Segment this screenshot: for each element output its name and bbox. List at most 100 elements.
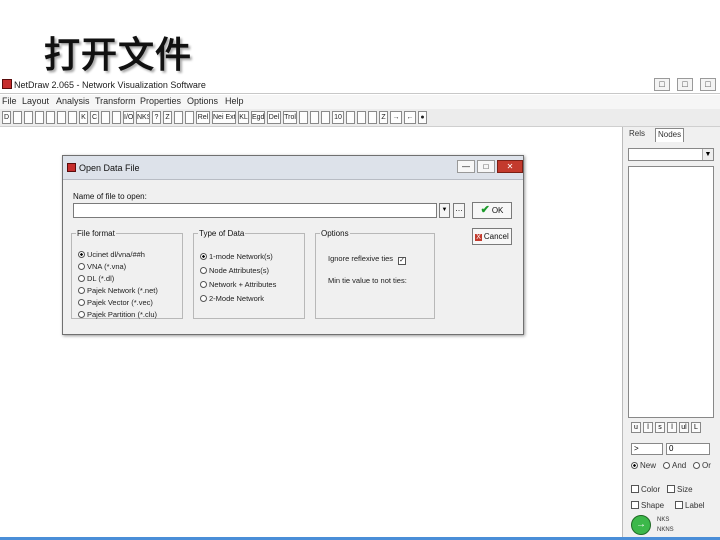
cancel-button[interactable]: X Cancel: [472, 228, 512, 245]
toolbar-button[interactable]: [346, 111, 355, 124]
toolbar-button[interactable]: [13, 111, 22, 124]
toolbar-button[interactable]: Z: [163, 111, 172, 124]
check-size[interactable]: Size: [667, 485, 693, 494]
toolbar-button[interactable]: Del: [267, 111, 281, 124]
format-option[interactable]: Ucinet dl/vna/##h: [78, 250, 145, 259]
small-button-3[interactable]: s: [655, 422, 665, 433]
radio-dot-icon: [78, 263, 85, 270]
toolbar-button[interactable]: [368, 111, 377, 124]
close-icon: X: [475, 234, 482, 241]
netdraw-app-icon: [2, 79, 12, 89]
toolbar-button[interactable]: [57, 111, 66, 124]
toolbar-button[interactable]: C: [90, 111, 99, 124]
toolbar-button[interactable]: Egd: [251, 111, 265, 124]
small-button-5[interactable]: ul: [679, 422, 689, 433]
window-title: NetDraw 2.065 - Network Visualization So…: [14, 80, 206, 90]
tab-rels[interactable]: Rels: [627, 128, 647, 142]
check-shape[interactable]: Shape: [631, 501, 664, 510]
toolbar-button[interactable]: [35, 111, 44, 124]
menu-properties[interactable]: Properties: [140, 96, 181, 106]
radio-new[interactable]: New: [631, 461, 656, 470]
toolbar-button[interactable]: Trol: [283, 111, 297, 124]
chevron-down-icon[interactable]: ▼: [439, 203, 450, 218]
ok-button[interactable]: ✔ OK: [472, 202, 512, 219]
check-label[interactable]: Label: [675, 501, 705, 510]
toolbar-button[interactable]: Rel: [196, 111, 210, 124]
min-tie-value-label: Min tie value to not ties:: [328, 276, 407, 285]
toolbar-button[interactable]: [185, 111, 194, 124]
ignore-reflexive-option[interactable]: Ignore reflexive ties ✓: [328, 254, 407, 265]
radio-and[interactable]: And: [663, 461, 686, 470]
radio-dot-icon: [78, 275, 85, 282]
node-list[interactable]: [628, 166, 714, 418]
radio-or[interactable]: Or: [693, 461, 711, 470]
toolbar-button[interactable]: [310, 111, 319, 124]
close-button[interactable]: □: [700, 78, 716, 91]
toolbar-button[interactable]: ●: [418, 111, 427, 124]
dialog-minimize-button[interactable]: —: [457, 160, 475, 173]
operator-select[interactable]: >: [631, 443, 663, 455]
type-of-data-group: Type of Data 1-mode Network(s) Node Attr…: [193, 229, 305, 319]
toolbar-button[interactable]: [68, 111, 77, 124]
dialog-maximize-button[interactable]: □: [477, 160, 495, 173]
radio-dot-icon: [200, 281, 207, 288]
toolbar-button[interactable]: I/O: [123, 111, 134, 124]
checkbox-icon: [667, 485, 675, 493]
maximize-button[interactable]: □: [677, 78, 693, 91]
radio-dot-icon: [78, 299, 85, 306]
menu-transform[interactable]: Transform: [95, 96, 136, 106]
toolbar-button[interactable]: [174, 111, 183, 124]
go-button[interactable]: →: [631, 515, 651, 535]
value-input[interactable]: 0: [666, 443, 710, 455]
file-name-input[interactable]: [73, 203, 437, 218]
format-option[interactable]: Pajek Vector (*.vec): [78, 298, 153, 307]
menu-help[interactable]: Help: [225, 96, 244, 106]
radio-dot-icon: [631, 462, 638, 469]
node-attribute-dropdown[interactable]: ▼: [628, 148, 714, 161]
toolbar-button[interactable]: ?: [152, 111, 161, 124]
toolbar-button[interactable]: [299, 111, 308, 124]
toolbar-button[interactable]: [112, 111, 121, 124]
small-button-2[interactable]: l: [643, 422, 653, 433]
type-option[interactable]: Network + Attributes: [200, 280, 276, 289]
file-format-legend: File format: [77, 229, 115, 238]
type-option[interactable]: Node Attributes(s): [200, 266, 269, 275]
toolbar-button[interactable]: Z: [379, 111, 388, 124]
format-option[interactable]: Pajek Network (*.net): [78, 286, 158, 295]
toolbar-button[interactable]: K: [79, 111, 88, 124]
menu-options[interactable]: Options: [187, 96, 218, 106]
check-color[interactable]: Color: [631, 485, 660, 494]
options-legend: Options: [321, 229, 349, 238]
toolbar-button[interactable]: →: [390, 111, 402, 124]
type-option[interactable]: 2-Mode Network: [200, 294, 264, 303]
toolbar: D K C I/O NKS? Z Rel Nei Ext KL Egd Del Trol 10 Z → ← ●: [0, 109, 720, 127]
radio-dot-icon: [78, 287, 85, 294]
toolbar-button[interactable]: [101, 111, 110, 124]
type-of-data-legend: Type of Data: [199, 229, 245, 238]
small-button-6[interactable]: L: [691, 422, 701, 433]
small-button-4[interactable]: l: [667, 422, 677, 433]
format-option[interactable]: VNA (*.vna): [78, 262, 126, 271]
toolbar-button[interactable]: [46, 111, 55, 124]
toolbar-button[interactable]: [24, 111, 33, 124]
browse-button[interactable]: …: [453, 203, 465, 218]
toolbar-button[interactable]: [321, 111, 330, 124]
type-option[interactable]: 1-mode Network(s): [200, 252, 273, 261]
toolbar-button[interactable]: ←: [404, 111, 416, 124]
minimize-button[interactable]: □: [654, 78, 670, 91]
toolbar-button[interactable]: D: [2, 111, 11, 124]
menu-analysis[interactable]: Analysis: [56, 96, 90, 106]
tab-nodes[interactable]: Nodes: [655, 128, 685, 142]
window-titlebar: NetDraw 2.065 - Network Visualization So…: [0, 76, 720, 94]
menu-file[interactable]: File: [2, 96, 17, 106]
toolbar-button[interactable]: NKS: [136, 111, 150, 124]
format-option[interactable]: DL (*.dl): [78, 274, 114, 283]
toolbar-button[interactable]: Nei Ext: [212, 111, 236, 124]
small-button-1[interactable]: u: [631, 422, 641, 433]
format-option[interactable]: Pajek Partition (*.clu): [78, 310, 157, 319]
toolbar-button[interactable]: 10: [332, 111, 344, 124]
toolbar-button[interactable]: [357, 111, 366, 124]
menu-layout[interactable]: Layout: [22, 96, 49, 106]
dialog-close-button[interactable]: ✕: [497, 160, 523, 173]
toolbar-button[interactable]: KL: [238, 111, 249, 124]
